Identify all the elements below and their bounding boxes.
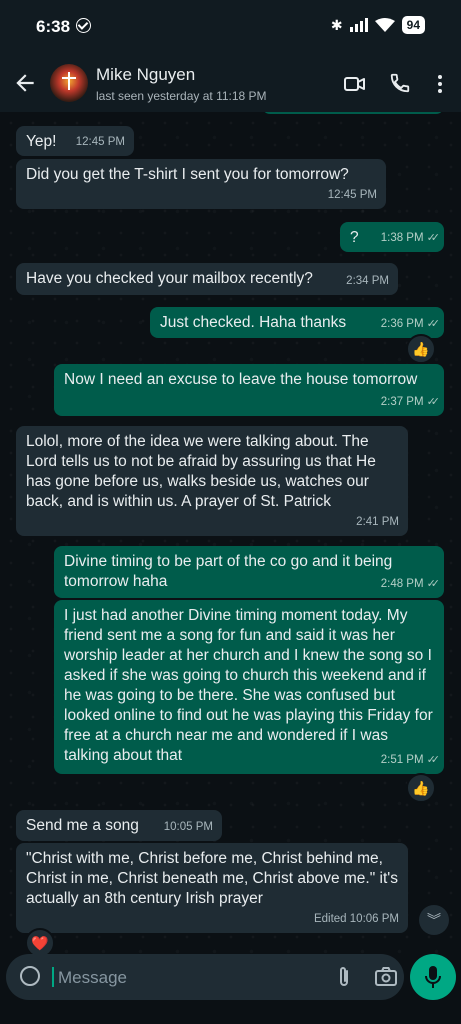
message-text: "Christ with me, Christ before me, Chris… <box>26 850 398 907</box>
message-time: 2:51 PM <box>380 754 424 766</box>
message-time: 10:05 PM <box>163 821 213 833</box>
message-bubble-outgoing[interactable]: Divine timing to be part of the co go an… <box>54 546 444 598</box>
back-arrow-icon[interactable] <box>12 70 38 96</box>
read-ticks-icon: ✓✓ <box>426 578 441 590</box>
message-bubble-outgoing[interactable]: Just checked. Haha thanks 2:36 PM ✓✓ <box>150 307 444 338</box>
message-meta: 2:36 PM ✓✓ <box>380 314 441 334</box>
signal-icon <box>349 18 368 32</box>
double-chevron-down-icon[interactable]: ︾ <box>419 905 449 935</box>
read-ticks-icon: ✓✓ <box>426 318 441 330</box>
read-ticks-icon: ✓✓ <box>426 754 441 766</box>
reaction-thumbs-up[interactable]: 👍 <box>406 773 436 803</box>
message-time: 2:37 PM <box>380 396 424 408</box>
message-bubble-incoming[interactable]: Lolol, more of the idea we were talking … <box>16 426 408 536</box>
message-input-bar <box>0 954 461 1024</box>
message-input[interactable] <box>56 964 310 992</box>
message-time: 2:41 PM <box>356 516 399 528</box>
message-bubble-incoming[interactable]: Yep! 12:45 PM <box>16 126 134 156</box>
sticker-icon[interactable] <box>20 966 40 986</box>
paperclip-icon[interactable] <box>334 965 354 989</box>
more-vert-icon[interactable] <box>432 72 448 96</box>
bluetooth-icon: ✱ <box>330 16 343 33</box>
message-text: Send me a song <box>26 817 139 834</box>
battery-indicator: 94 <box>401 16 425 34</box>
message-time: 1:38 PM <box>380 232 424 244</box>
message-bubble-outgoing[interactable]: ? 1:38 PM ✓✓ <box>340 222 444 252</box>
chat-header: Mike Nguyen last seen yesterday at 11:18… <box>0 56 461 112</box>
message-text: Yep! <box>26 133 57 150</box>
message-bubble-incoming[interactable]: Send me a song 10:05 PM <box>16 810 222 841</box>
phone-icon[interactable] <box>389 72 411 94</box>
message-time: Edited 10:06 PM <box>313 913 399 925</box>
message-text: I just had another Divine timing moment … <box>64 607 433 764</box>
message-input-container[interactable] <box>6 954 404 1000</box>
message-text: Divine timing to be part of the co go an… <box>64 553 393 590</box>
message-text: Did you get the T-shirt I sent you for t… <box>26 166 349 183</box>
status-time: 6:38 <box>36 17 71 36</box>
mic-icon <box>425 966 441 988</box>
reaction-thumbs-up[interactable]: 👍 <box>406 334 436 364</box>
message-time: 2:34 PM <box>346 275 389 287</box>
wifi-icon <box>374 18 395 32</box>
message-meta: 2:37 PM ✓✓ <box>380 392 441 412</box>
message-meta: 2:51 PM ✓✓ <box>380 750 441 770</box>
message-text: ? <box>350 229 359 246</box>
reaction-heart[interactable]: ❤️ <box>25 928 55 954</box>
read-ticks-icon: ✓✓ <box>426 232 441 244</box>
message-text: Now I need an excuse to leave the house … <box>64 371 418 388</box>
video-call-icon[interactable] <box>343 72 367 96</box>
message-bubble-incoming[interactable]: Did you get the T-shirt I sent you for t… <box>16 159 386 209</box>
last-seen-status: last seen yesterday at 11:18 PM <box>96 89 267 103</box>
read-ticks-icon: ✓✓ <box>426 396 441 408</box>
contact-name[interactable]: Mike Nguyen <box>96 65 195 85</box>
message-bubble-outgoing[interactable]: Now I need an excuse to leave the house … <box>54 364 444 416</box>
previous-message-edge <box>262 112 444 114</box>
message-meta: 2:48 PM ✓✓ <box>380 574 441 594</box>
camera-icon[interactable] <box>374 966 398 988</box>
message-time: 2:48 PM <box>380 578 424 590</box>
message-time: 2:36 PM <box>380 318 424 330</box>
mic-button[interactable] <box>410 954 456 1000</box>
status-bar: 6:38 ✱ 94 <box>0 0 461 56</box>
avatar[interactable] <box>50 64 88 102</box>
message-bubble-incoming[interactable]: Have you checked your mailbox recently? … <box>16 263 398 295</box>
message-text: Just checked. Haha thanks <box>160 314 347 331</box>
sync-check-icon <box>76 18 91 33</box>
message-meta: 1:38 PM ✓✓ <box>380 228 441 248</box>
text-cursor <box>52 967 54 987</box>
message-time: 12:45 PM <box>327 189 377 201</box>
message-bubble-incoming[interactable]: "Christ with me, Christ before me, Chris… <box>16 843 408 933</box>
message-bubble-outgoing[interactable]: I just had another Divine timing moment … <box>54 600 444 774</box>
chat-area[interactable]: Yep! 12:45 PM Did you get the T-shirt I … <box>0 112 461 954</box>
message-time: 12:45 PM <box>75 136 125 148</box>
message-text: Lolol, more of the idea we were talking … <box>26 433 376 510</box>
message-text: Have you checked your mailbox recently? <box>26 270 313 287</box>
